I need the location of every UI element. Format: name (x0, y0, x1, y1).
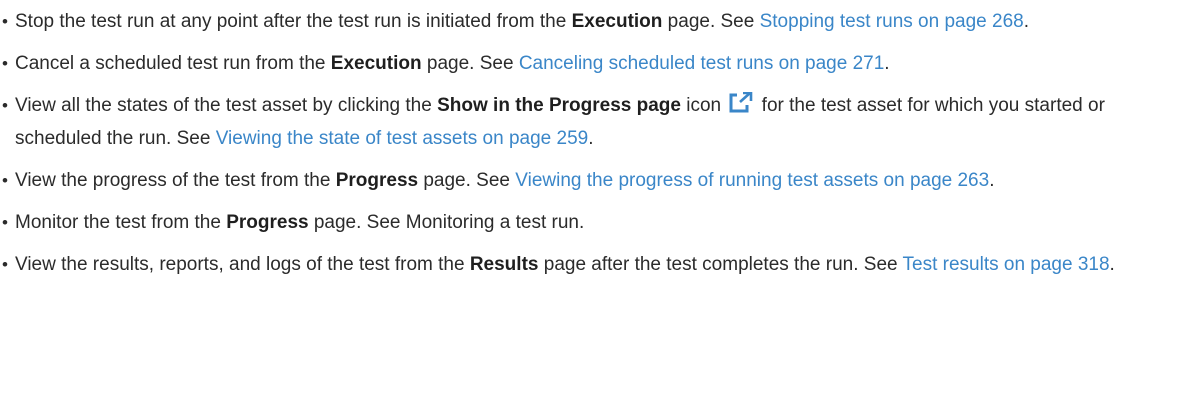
item-text: . (884, 53, 890, 74)
item-text: Cancel a scheduled test run from the (15, 53, 331, 74)
list-item-view-results: View the results, reports, and logs of t… (0, 248, 1184, 281)
item-bold-text: Show in the Progress page (437, 95, 681, 116)
list-item-view-progress: View the progress of the test from the P… (0, 164, 1184, 197)
item-text: page after the test completes the run. S… (538, 254, 903, 275)
document-page: Stop the test run at any point after the… (0, 5, 1194, 413)
item-text: page. See (418, 170, 516, 191)
item-text: View all the states of the test asset by… (15, 95, 438, 116)
link-test-results[interactable]: Test results on page 318 (903, 254, 1110, 275)
item-bold-text: Progress (226, 212, 309, 233)
item-bold-text: Execution (330, 53, 422, 74)
open-in-new-window-icon (728, 91, 754, 114)
link-viewing-state-of-test-assets[interactable]: Viewing the state of test assets on page… (216, 128, 589, 149)
item-text: page. See Monitoring a test run. (308, 212, 585, 233)
link-canceling-scheduled-test-runs[interactable]: Canceling scheduled test runs on page 27… (519, 53, 884, 74)
item-bold-text: Execution (571, 11, 663, 32)
item-text: page. See (421, 53, 519, 74)
item-text: Stop the test run at any point after the… (15, 11, 572, 32)
item-text: . (1109, 254, 1115, 275)
action-list: Stop the test run at any point after the… (0, 5, 1184, 281)
item-text: . (989, 170, 995, 191)
link-viewing-progress-of-running-test-assets[interactable]: Viewing the progress of running test ass… (515, 170, 989, 191)
list-item-cancel-scheduled-run: Cancel a scheduled test run from the Exe… (0, 47, 1184, 80)
list-item-monitor-test: Monitor the test from the Progress page.… (0, 206, 1184, 239)
link-stopping-test-runs[interactable]: Stopping test runs on page 268 (760, 11, 1024, 32)
item-text: . (1023, 11, 1029, 32)
item-bold-text: Progress (335, 170, 419, 191)
item-text: Monitor the test from the (15, 212, 227, 233)
item-text: page. See (662, 11, 760, 32)
item-text: . (588, 128, 594, 149)
list-item-view-states: View all the states of the test asset by… (0, 89, 1184, 155)
item-bold-text: Results (469, 254, 539, 275)
list-item-stop-test-run: Stop the test run at any point after the… (0, 5, 1184, 38)
item-text: View the progress of the test from the (15, 170, 336, 191)
item-text: icon (680, 95, 727, 116)
item-text: View the results, reports, and logs of t… (15, 254, 470, 275)
